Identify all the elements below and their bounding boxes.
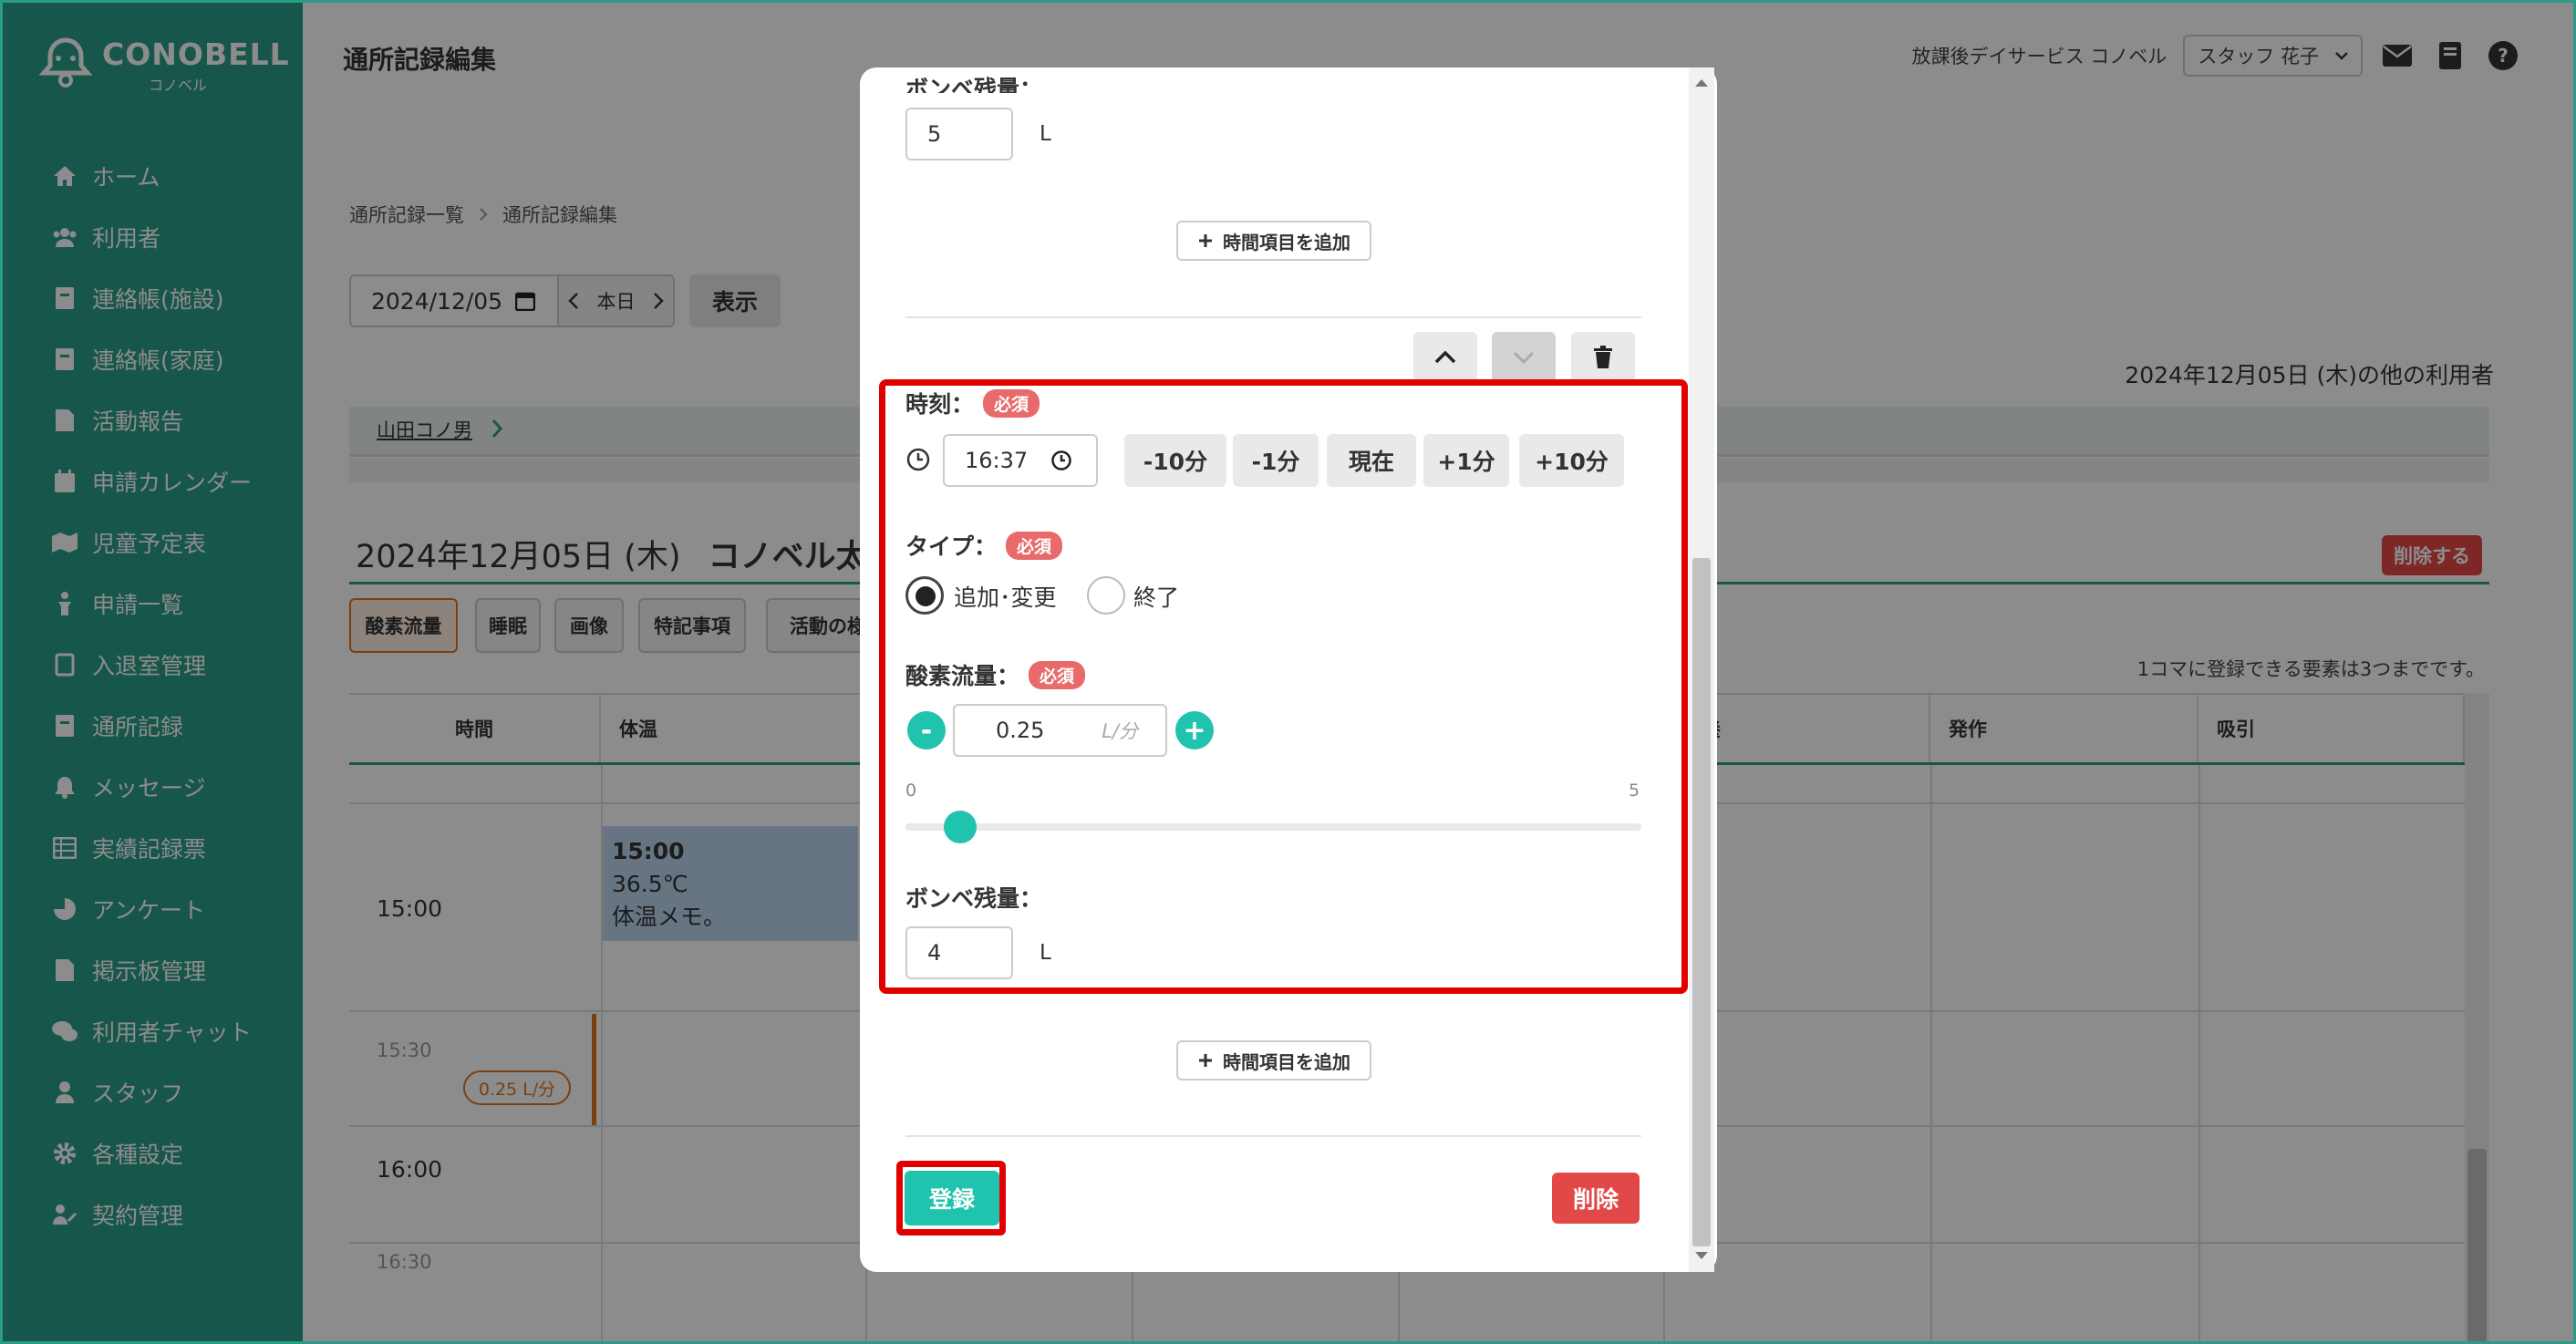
type-radio-add-change[interactable] bbox=[905, 576, 944, 615]
prev-cylinder-label-text: ボンベ残量： bbox=[905, 76, 1043, 93]
move-down-button[interactable] bbox=[1492, 332, 1556, 383]
cylinder-label-text: ボンベ残量： bbox=[905, 885, 1043, 912]
clock-icon bbox=[905, 447, 931, 472]
plus-icon bbox=[1197, 1052, 1214, 1069]
time-field-label: 時刻： 必須 bbox=[905, 387, 1040, 419]
type-label-text: タイプ： bbox=[905, 533, 998, 560]
clock-icon[interactable] bbox=[1050, 450, 1072, 471]
add-time-label: 時間項目を追加 bbox=[1223, 231, 1350, 253]
cylinder-field-label: ボンベ残量： bbox=[905, 881, 1042, 914]
scroll-down-icon[interactable] bbox=[1694, 1251, 1709, 1260]
modal-scrollbar-thumb[interactable] bbox=[1692, 558, 1711, 1246]
required-badge: 必須 bbox=[1029, 660, 1086, 689]
trash-icon bbox=[1593, 346, 1613, 369]
minus-10min-button[interactable]: -10分 bbox=[1124, 434, 1226, 487]
time-value: 16:37 bbox=[965, 448, 1029, 473]
scroll-up-icon[interactable] bbox=[1694, 78, 1709, 88]
flow-label-text: 酸素流量： bbox=[905, 663, 1020, 689]
prev-cylinder-label: ボンベ残量： bbox=[905, 64, 1042, 93]
plus-10min-button[interactable]: +10分 bbox=[1519, 434, 1624, 487]
slider-max-label: 5 bbox=[1629, 781, 1640, 801]
plus-icon bbox=[1197, 233, 1214, 249]
cylinder-input[interactable]: 4 bbox=[905, 926, 1013, 979]
minus-1min-button[interactable]: -1分 bbox=[1233, 434, 1319, 487]
flow-slider-track[interactable] bbox=[905, 823, 1641, 831]
type-option-label[interactable]: 終了 bbox=[1133, 580, 1179, 613]
type-radio-end[interactable] bbox=[1087, 576, 1125, 615]
slider-min-label: 0 bbox=[905, 781, 917, 801]
time-label-text: 時刻： bbox=[905, 391, 975, 418]
time-input[interactable]: 16:37 bbox=[943, 434, 1098, 487]
prev-cylinder-input[interactable]: 5 bbox=[905, 108, 1013, 160]
unit-label: L bbox=[1040, 941, 1051, 965]
chevron-up-icon bbox=[1434, 351, 1456, 364]
move-up-button[interactable] bbox=[1413, 332, 1477, 383]
add-time-label: 時間項目を追加 bbox=[1223, 1050, 1350, 1073]
plus-1min-button[interactable]: +1分 bbox=[1423, 434, 1509, 487]
flow-increment-button[interactable]: + bbox=[1175, 711, 1214, 750]
required-badge: 必須 bbox=[983, 388, 1040, 418]
required-badge: 必須 bbox=[1006, 531, 1063, 560]
flow-field-label: 酸素流量： 必須 bbox=[905, 658, 1086, 691]
delete-item-button[interactable] bbox=[1571, 332, 1635, 383]
delete-button[interactable]: 削除 bbox=[1552, 1173, 1640, 1224]
flow-unit: L/分 bbox=[1102, 720, 1138, 742]
save-button[interactable]: 登録 bbox=[905, 1171, 999, 1225]
chevron-down-icon bbox=[1513, 351, 1535, 364]
add-time-button[interactable]: 時間項目を追加 bbox=[1176, 1040, 1371, 1080]
now-button[interactable]: 現在 bbox=[1327, 434, 1416, 487]
divider bbox=[905, 316, 1641, 318]
unit-label: L bbox=[1040, 122, 1051, 146]
flow-decrement-button[interactable]: - bbox=[907, 711, 946, 750]
divider bbox=[905, 1135, 1641, 1137]
type-option-label[interactable]: 追加･変更 bbox=[954, 580, 1057, 613]
flow-value: 0.25 bbox=[996, 718, 1045, 743]
flow-input[interactable]: 0.25 L/分 bbox=[953, 704, 1167, 757]
type-field-label: タイプ： 必須 bbox=[905, 529, 1063, 562]
add-time-button[interactable]: 時間項目を追加 bbox=[1176, 221, 1371, 261]
flow-slider-handle[interactable] bbox=[944, 811, 978, 843]
